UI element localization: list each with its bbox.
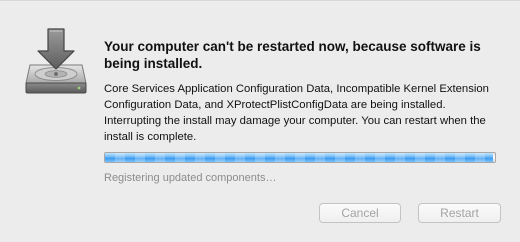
- restart-button[interactable]: Restart: [418, 203, 501, 223]
- cancel-button[interactable]: Cancel: [319, 203, 401, 223]
- install-progress-bar: [104, 152, 496, 163]
- installer-disk-icon: [24, 27, 88, 97]
- install-status-text: Registering updated components…: [104, 172, 277, 184]
- dialog-title: Your computer can't be restarted now, be…: [104, 39, 481, 71]
- install-progress-fill: [105, 153, 494, 162]
- restart-alert-dialog: Your computer can't be restarted now, be…: [0, 0, 520, 242]
- dialog-message: Core Services Application Configuration …: [104, 83, 489, 143]
